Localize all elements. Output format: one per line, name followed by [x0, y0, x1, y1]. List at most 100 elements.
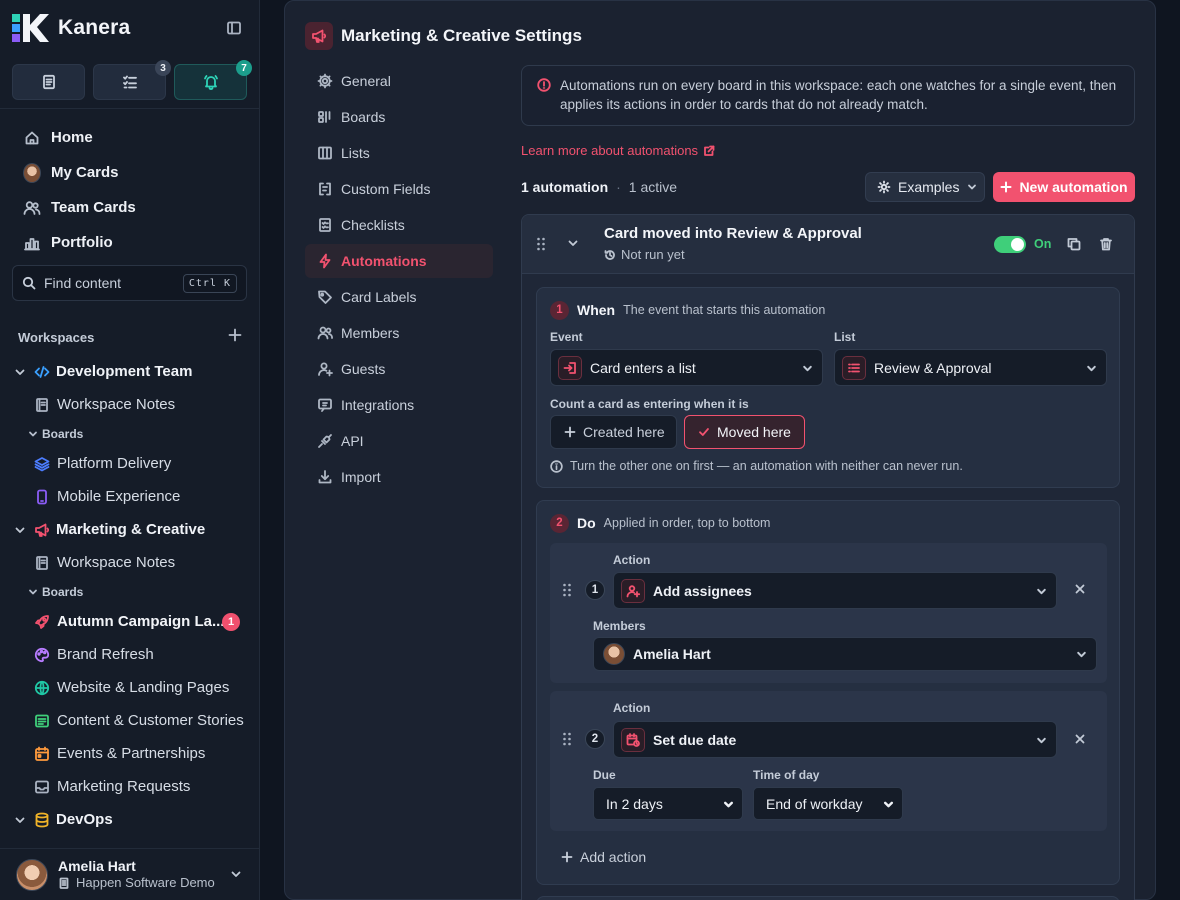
member-name: Amelia Hart [633, 646, 711, 662]
event-label: Event [550, 330, 583, 344]
drag-handle-icon[interactable] [562, 583, 572, 597]
action-value: Add assignees [653, 582, 752, 599]
user-menu[interactable]: Amelia Hart Happen Software Demo [0, 848, 259, 900]
notes-button[interactable] [12, 64, 85, 100]
board-content-customer-stories[interactable]: Content & Customer Stories [0, 704, 259, 737]
when-hint: Turn the other one on first — an automat… [550, 459, 963, 473]
nav-team-cards[interactable]: Team Cards [12, 190, 248, 225]
board-events-partnerships[interactable]: Events & Partnerships [0, 737, 259, 770]
when-section: 1 When The event that starts this automa… [536, 287, 1120, 488]
chevron-down-icon[interactable] [14, 814, 28, 826]
page-title: Marketing & Creative Settings [305, 21, 582, 51]
boards-group[interactable]: Boards [0, 421, 259, 447]
settings-tab-general[interactable]: General [305, 64, 493, 98]
created-here-toggle[interactable]: Created here [550, 415, 677, 449]
settings-tab-integrations[interactable]: Integrations [305, 388, 493, 422]
duplicate-icon[interactable] [1067, 237, 1081, 251]
time-of-day-select[interactable]: End of workday [753, 787, 903, 820]
settings-tab-boards[interactable]: Boards [305, 100, 493, 134]
event-select[interactable]: Card enters a list [550, 349, 823, 386]
action-type-select[interactable]: Add assignees [613, 572, 1057, 609]
nav-label: Portfolio [51, 234, 113, 251]
settings-title: Marketing & Creative Settings [341, 26, 582, 45]
board-platform-delivery[interactable]: Platform Delivery [0, 447, 259, 480]
action-type-select[interactable]: Set due date [613, 721, 1057, 758]
examples-button[interactable]: Examples [865, 172, 985, 202]
board-brand-refresh[interactable]: Brand Refresh [0, 638, 259, 671]
add-action-label: Add action [580, 849, 647, 865]
boards-group[interactable]: Boards [0, 579, 259, 605]
notes-icon [34, 397, 50, 413]
user-avatar [16, 859, 48, 891]
new-automation-button[interactable]: New automation [993, 172, 1135, 202]
learn-more-link[interactable]: Learn more about automations [521, 143, 715, 158]
user-organization: Happen Software Demo [58, 875, 215, 890]
settings-tab-checklists[interactable]: Checklists [305, 208, 493, 242]
settings-tab-api[interactable]: API [305, 424, 493, 458]
tasks-button[interactable]: 3 [93, 60, 171, 100]
add-action-button[interactable]: Add action [561, 849, 646, 865]
chevron-down-icon[interactable] [14, 366, 28, 378]
created-here-label: Created here [583, 424, 665, 440]
chevron-down-icon [1036, 586, 1047, 597]
workspace-notes[interactable]: Workspace Notes [0, 546, 259, 579]
notifications-button[interactable]: 7 [174, 60, 252, 100]
add-workspace-icon[interactable] [228, 328, 242, 342]
plus-icon [1000, 181, 1012, 193]
separator-dot: · [616, 179, 621, 195]
remove-action-icon[interactable] [1074, 733, 1086, 745]
list-value: Review & Approval [874, 359, 992, 376]
chevron-down-icon [802, 363, 813, 374]
settings-tab-custom-fields[interactable]: Custom Fields [305, 172, 493, 206]
settings-tab-card-labels[interactable]: Card Labels [305, 280, 493, 314]
settings-tab-automations[interactable]: Automations [305, 244, 493, 278]
workspace-devops[interactable]: DevOps [0, 803, 259, 836]
nav-label: My Cards [51, 164, 119, 181]
board-website-landing-pages[interactable]: Website & Landing Pages [0, 671, 259, 704]
check-icon [698, 426, 710, 438]
members-select[interactable]: Amelia Hart [593, 637, 1097, 671]
list-icon [842, 355, 866, 380]
task-list-icon [122, 75, 137, 89]
drag-handle-icon[interactable] [536, 237, 546, 251]
checklist-icon [317, 217, 333, 233]
settings-tab-lists[interactable]: Lists [305, 136, 493, 170]
columns-icon [317, 145, 333, 161]
board-marketing-requests[interactable]: Marketing Requests [0, 770, 259, 803]
nav-portfolio[interactable]: Portfolio [12, 225, 248, 260]
chevron-down-icon [28, 587, 38, 597]
history-icon [604, 249, 616, 261]
settings-tab-import[interactable]: Import [305, 460, 493, 494]
drag-handle-icon[interactable] [562, 732, 572, 746]
board-name: Content & Customer Stories [57, 712, 244, 729]
board-mobile-experience[interactable]: Mobile Experience [0, 480, 259, 513]
due-select[interactable]: In 2 days [593, 787, 743, 820]
automation-toggle[interactable] [994, 236, 1026, 253]
workspace-marketing-creative[interactable]: Marketing & Creative [0, 513, 259, 546]
find-content-search[interactable]: Find content Ctrl K [12, 265, 247, 301]
status-text: Not run yet [621, 247, 685, 262]
download-icon [317, 469, 333, 485]
nav-home[interactable]: Home [12, 120, 248, 155]
chevron-down-icon[interactable] [567, 237, 579, 249]
workspace-notes[interactable]: Workspace Notes [0, 388, 259, 421]
list-select[interactable]: Review & Approval [834, 349, 1107, 386]
chevron-down-icon[interactable] [230, 868, 242, 880]
automation-header[interactable]: Card moved into Review & Approval Not ru… [522, 215, 1134, 274]
moved-here-toggle[interactable]: Moved here [684, 415, 805, 449]
settings-tab-guests[interactable]: Guests [305, 352, 493, 386]
sidebar-collapse-icon[interactable] [226, 20, 242, 36]
remove-action-icon[interactable] [1074, 583, 1086, 595]
settings-tab-members[interactable]: Members [305, 316, 493, 350]
delete-icon[interactable] [1099, 237, 1113, 251]
logo[interactable]: Kanera [12, 12, 248, 44]
user-plus-icon [621, 578, 645, 603]
notice-text: Automations run on every board in this w… [560, 78, 1117, 112]
workspace-development-team[interactable]: Development Team [0, 355, 259, 388]
doc-list-icon [34, 713, 50, 729]
users-icon [317, 325, 333, 341]
chevron-down-icon[interactable] [14, 524, 28, 536]
board-autumn-campaign[interactable]: Autumn Campaign La... 1 [0, 605, 259, 638]
nav-my-cards[interactable]: My Cards [12, 155, 248, 190]
fields-icon [317, 181, 333, 197]
